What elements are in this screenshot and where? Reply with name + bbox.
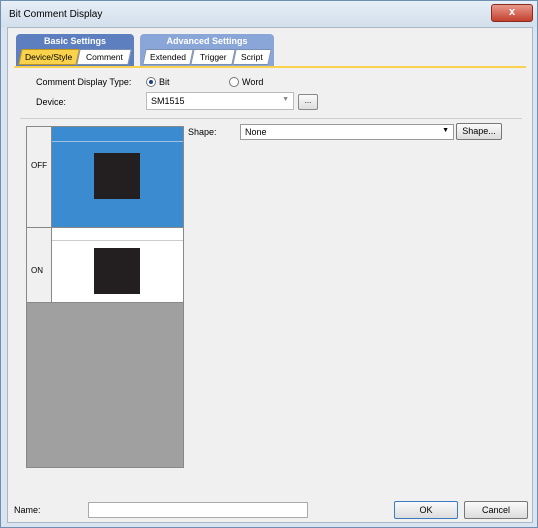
shape-button[interactable]: Shape... — [456, 123, 502, 140]
tab-group-basic-settings[interactable]: Basic Settings Device/Style Comment — [16, 34, 134, 66]
name-input[interactable] — [88, 502, 308, 518]
device-browse-button[interactable]: ... — [298, 94, 318, 110]
on-state-pane[interactable] — [52, 228, 183, 303]
shape-value: None — [245, 127, 267, 137]
tab-group-advanced-label: Advanced Settings — [166, 36, 248, 46]
close-button[interactable]: x — [491, 4, 533, 22]
dialog-window: Bit Comment Display x Basic Settings Dev… — [0, 0, 538, 528]
tab-extended[interactable]: Extended — [142, 49, 194, 65]
name-label: Name: — [14, 505, 41, 515]
off-state-label: OFF — [31, 161, 47, 170]
off-state-pane[interactable] — [52, 127, 183, 228]
on-state-divider — [52, 240, 183, 241]
off-state-header — [52, 127, 183, 142]
dialog-client: Basic Settings Device/Style Comment Adva… — [7, 27, 533, 523]
tab-device-style[interactable]: Device/Style — [18, 49, 80, 65]
title-bar[interactable]: Bit Comment Display x — [1, 1, 537, 27]
bit-radio[interactable] — [146, 77, 156, 87]
word-radio-label[interactable]: Word — [242, 77, 263, 87]
chevron-down-icon: ▼ — [442, 127, 449, 134]
on-shape-square — [94, 248, 140, 294]
device-label: Device: — [36, 97, 67, 107]
ok-button[interactable]: OK — [394, 501, 458, 519]
tab-group-basic-label: Basic Settings — [43, 36, 107, 46]
comment-display-type-label: Comment Display Type: — [36, 77, 132, 87]
close-icon: x — [508, 6, 516, 18]
on-state-cell[interactable]: ON — [27, 228, 52, 303]
state-preview: OFF ON — [26, 126, 184, 468]
cancel-button[interactable]: Cancel — [464, 501, 528, 519]
tab-script[interactable]: Script — [232, 49, 272, 65]
tab-comment[interactable]: Comment — [76, 49, 132, 65]
shape-combo[interactable]: None ▼ — [240, 124, 454, 140]
separator — [20, 118, 522, 119]
word-radio[interactable] — [229, 77, 239, 87]
tab-trigger[interactable]: Trigger — [190, 49, 236, 65]
chevron-down-icon: ▼ — [282, 96, 289, 103]
device-value: SM1515 — [151, 96, 185, 106]
active-tab-underline — [14, 66, 526, 68]
off-state-cell[interactable]: OFF — [27, 127, 52, 228]
shape-label: Shape: — [188, 127, 217, 137]
off-shape-square — [94, 153, 140, 199]
tab-group-advanced-settings[interactable]: Advanced Settings Extended Trigger Scrip… — [140, 34, 274, 66]
bit-radio-label[interactable]: Bit — [159, 77, 170, 87]
window-title: Bit Comment Display — [9, 9, 103, 20]
on-state-label: ON — [31, 266, 43, 275]
device-combo[interactable]: SM1515 ▼ — [146, 92, 294, 110]
